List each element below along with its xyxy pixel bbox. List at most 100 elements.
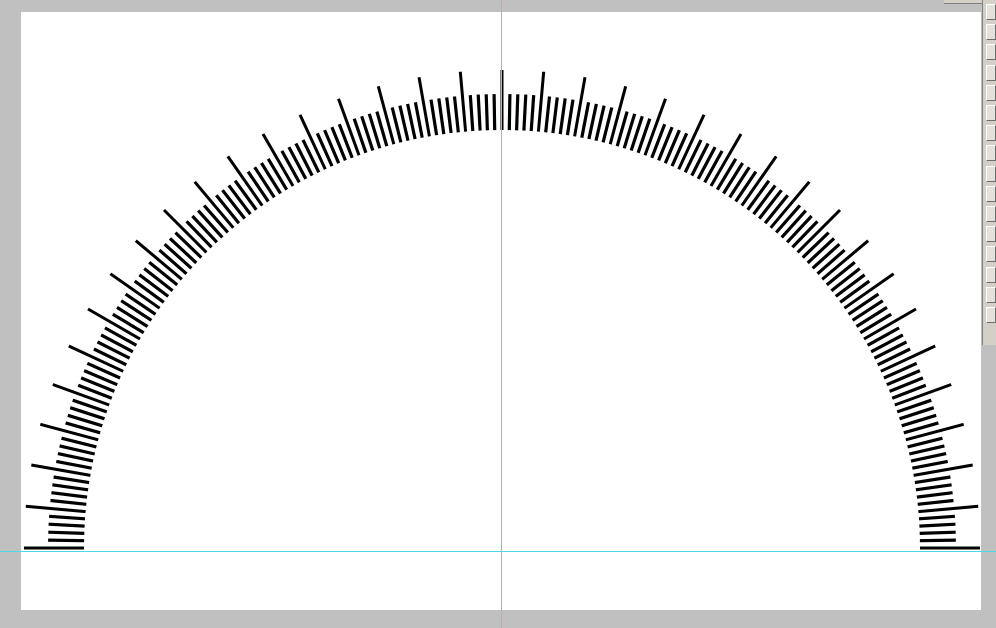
minor-tick: [61, 436, 97, 449]
minor-tick: [876, 347, 911, 367]
checkbox-icon[interactable]: [986, 4, 996, 20]
minor-tick: [437, 98, 446, 135]
minor-tick: [565, 99, 575, 136]
major-tick: [918, 504, 979, 514]
minor-tick: [914, 475, 951, 485]
checkbox-icon[interactable]: [986, 84, 996, 101]
minor-tick: [287, 146, 308, 180]
minor-tick: [51, 491, 88, 499]
minor-tick: [266, 157, 289, 191]
checkbox-icon[interactable]: [986, 246, 996, 263]
major-tick: [134, 239, 183, 281]
minor-tick: [96, 340, 131, 360]
minor-tick: [907, 436, 943, 449]
minor-tick: [120, 299, 153, 322]
minor-tick: [50, 498, 87, 506]
minor-tick: [468, 94, 475, 132]
minor-tick: [683, 139, 703, 174]
minor-tick: [529, 94, 536, 132]
checkbox-icon[interactable]: [986, 165, 996, 182]
checkbox-icon[interactable]: [986, 286, 996, 303]
minor-tick: [294, 142, 314, 177]
minor-tick: [93, 347, 128, 367]
checkbox-icon[interactable]: [986, 266, 996, 283]
minor-tick: [870, 333, 904, 354]
major-tick: [821, 239, 870, 281]
minor-tick: [124, 292, 157, 316]
minor-tick: [246, 170, 270, 203]
major-tick: [608, 85, 628, 145]
minor-tick: [551, 97, 559, 134]
minor-tick: [919, 530, 956, 535]
minor-tick: [445, 97, 453, 134]
minor-tick: [452, 96, 460, 133]
minor-tick: [601, 107, 614, 143]
minor-tick: [703, 150, 724, 184]
major-tick: [536, 71, 546, 132]
minor-tick: [48, 522, 85, 528]
major-tick: [226, 155, 264, 207]
minor-tick: [910, 452, 947, 463]
minor-tick: [917, 498, 954, 506]
minor-tick: [515, 94, 520, 131]
minor-tick: [918, 514, 956, 521]
major-tick: [843, 272, 895, 310]
checkbox-icon[interactable]: [986, 226, 996, 243]
vertical-guide[interactable]: [501, 0, 502, 628]
minor-tick: [544, 96, 552, 133]
minor-tick: [53, 475, 90, 485]
minor-tick: [696, 146, 717, 180]
checkbox-icon[interactable]: [986, 307, 996, 323]
checkbox-icon[interactable]: [986, 125, 996, 142]
minor-tick: [594, 105, 606, 142]
minor-tick: [722, 162, 744, 195]
minor-tick: [280, 150, 301, 184]
minor-tick: [507, 94, 512, 131]
checkbox-icon[interactable]: [986, 105, 996, 121]
minor-tick: [734, 170, 758, 203]
minor-tick: [855, 306, 888, 328]
panel-top-edge: [944, 0, 984, 4]
minor-tick: [866, 326, 900, 347]
minor-tick: [484, 94, 489, 131]
minor-tick: [104, 326, 138, 347]
minor-tick: [919, 538, 956, 543]
minor-tick: [580, 101, 591, 139]
checkbox-icon[interactable]: [986, 64, 996, 81]
minor-tick: [100, 333, 134, 354]
major-tick: [796, 208, 842, 254]
minor-tick: [406, 103, 417, 140]
minor-tick: [390, 107, 403, 143]
minor-tick: [111, 312, 145, 335]
minor-tick: [728, 166, 751, 199]
horizontal-guide[interactable]: [0, 551, 996, 552]
checkbox-icon[interactable]: [986, 145, 996, 162]
minor-tick: [48, 538, 85, 543]
checkbox-icon[interactable]: [986, 24, 996, 41]
minor-tick: [301, 139, 321, 174]
major-tick: [193, 180, 235, 229]
minor-tick: [260, 162, 282, 195]
minor-tick: [587, 103, 598, 140]
minor-tick: [522, 94, 528, 131]
minor-tick: [48, 530, 85, 535]
major-tick: [376, 85, 396, 145]
minor-tick: [492, 94, 497, 131]
minor-tick: [413, 101, 424, 139]
checkbox-icon[interactable]: [986, 44, 996, 61]
minor-tick: [847, 292, 880, 316]
checkbox-icon[interactable]: [986, 206, 996, 222]
minor-tick: [558, 98, 567, 135]
minor-tick: [873, 340, 908, 360]
minor-tick: [48, 514, 86, 521]
major-tick: [769, 180, 811, 229]
minor-tick: [398, 105, 410, 142]
minor-tick: [915, 483, 952, 492]
minor-tick: [57, 452, 94, 463]
minor-tick: [55, 459, 93, 470]
minor-tick: [908, 444, 945, 456]
checkbox-icon[interactable]: [986, 185, 996, 202]
major-tick: [109, 272, 161, 310]
minor-tick: [429, 99, 439, 136]
minor-tick: [911, 459, 949, 470]
